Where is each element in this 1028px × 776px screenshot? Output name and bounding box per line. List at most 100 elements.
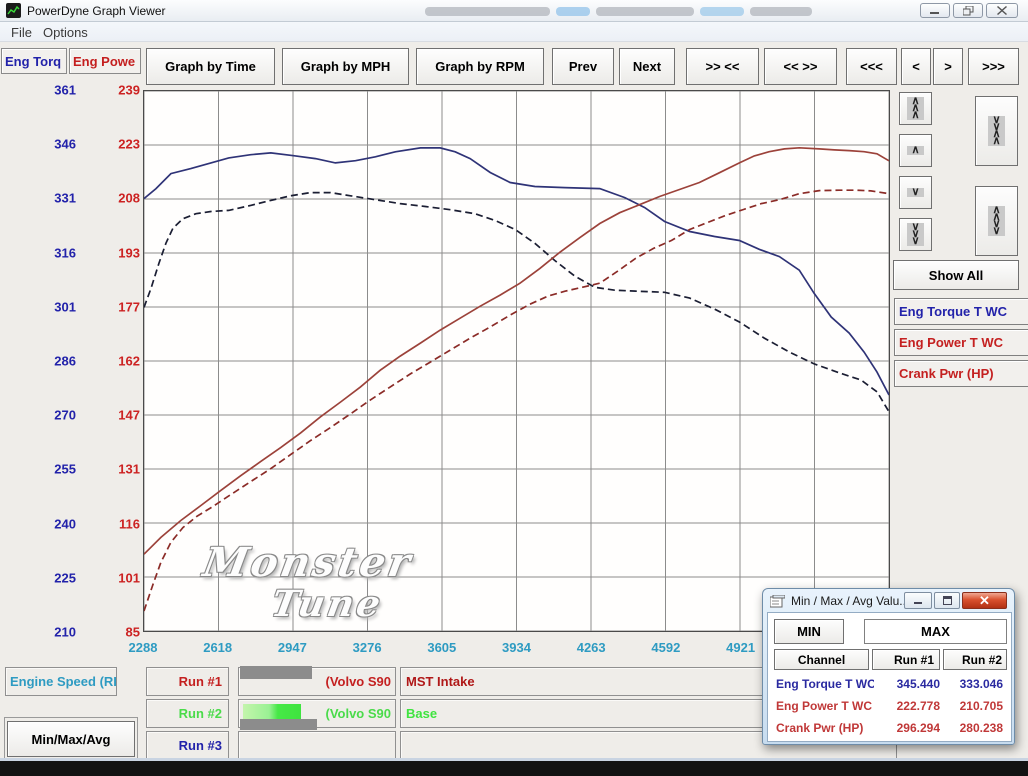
popup-window-icon bbox=[770, 595, 785, 613]
axis-tick-label: 4263 bbox=[577, 640, 606, 655]
run1-label[interactable]: Run #1 bbox=[146, 667, 229, 696]
minmax-table-row: Crank Pwr (HP)296.294280.238 bbox=[770, 717, 1011, 739]
axis-tick-label: 85 bbox=[92, 625, 140, 640]
max-button[interactable]: MAX bbox=[864, 619, 1007, 644]
minimize-button[interactable] bbox=[920, 3, 950, 18]
column-header-run2[interactable]: Run #2 bbox=[943, 649, 1007, 670]
plot-area[interactable]: Monster Tune bbox=[143, 90, 890, 632]
x-channel-field[interactable]: Engine Speed (RI bbox=[5, 667, 117, 696]
next-button[interactable]: Next bbox=[619, 48, 675, 85]
run1-max-value: 345.440 bbox=[874, 677, 940, 691]
scroll-left-button[interactable]: < bbox=[901, 48, 931, 85]
run2-max-value: 280.238 bbox=[940, 721, 1003, 735]
minimize-icon bbox=[930, 6, 940, 15]
axis-tick-label: 2618 bbox=[203, 640, 232, 655]
app-icon bbox=[6, 3, 21, 18]
minmax-table-row: Eng Torque T WC345.440333.046 bbox=[770, 673, 1011, 695]
close-icon: ✕ bbox=[979, 593, 990, 609]
graph-by-time-button[interactable]: Graph by Time bbox=[146, 48, 275, 85]
restore-button[interactable] bbox=[953, 3, 983, 18]
run2-vehicle-text: (Volvo S90 bbox=[325, 706, 391, 721]
menu-bar: File Options bbox=[0, 22, 1028, 42]
axis-tick-label: 193 bbox=[92, 245, 140, 260]
redacted-title-text bbox=[425, 7, 550, 16]
channel-name: Crank Pwr (HP) bbox=[770, 721, 874, 735]
prev-button[interactable]: Prev bbox=[552, 48, 614, 85]
axis-tick-label: 316 bbox=[28, 245, 76, 260]
channel-name: Eng Power T WC bbox=[770, 699, 874, 713]
popup-title: Min / Max / Avg Valu... bbox=[791, 594, 909, 608]
run2-label[interactable]: Run #2 bbox=[146, 699, 229, 728]
axis-tick-label: 286 bbox=[28, 354, 76, 369]
axis-tick-label: 239 bbox=[92, 83, 140, 98]
run2-max-value: 210.705 bbox=[940, 699, 1003, 713]
power-axis-labels: 23922320819317716214713111610185 bbox=[92, 90, 140, 632]
scroll-y-top-button[interactable]: ∧∧∧ bbox=[899, 92, 932, 125]
axis-tick-label: 4921 bbox=[726, 640, 755, 655]
axis-tick-label: 3605 bbox=[427, 640, 456, 655]
collapse-y-scale-button[interactable]: ∨∨∧∧ bbox=[975, 96, 1018, 166]
scroll-right-button[interactable]: > bbox=[933, 48, 963, 85]
popup-body: MIN MAX Channel Run #1 Run #2 Eng Torque… bbox=[767, 612, 1012, 742]
run3-vehicle-field[interactable] bbox=[238, 731, 396, 760]
axis-tab-torque[interactable]: Eng Torq bbox=[1, 48, 67, 74]
axis-tick-label: 116 bbox=[92, 516, 140, 531]
legend-eng-power[interactable]: Eng Power T WC bbox=[894, 329, 1028, 356]
redacted-block bbox=[240, 719, 317, 730]
expand-y-scale-button[interactable]: ∧∧∨∨ bbox=[975, 186, 1018, 256]
graph-by-mph-button[interactable]: Graph by MPH bbox=[282, 48, 409, 85]
show-all-button[interactable]: Show All bbox=[893, 260, 1019, 290]
popup-maximize-button[interactable] bbox=[934, 592, 960, 609]
minmax-popup-window[interactable]: Min / Max / Avg Valu... ✕ MIN MAX Channe… bbox=[762, 588, 1015, 745]
run3-label[interactable]: Run #3 bbox=[146, 731, 229, 760]
graph-by-rpm-button[interactable]: Graph by RPM bbox=[416, 48, 544, 85]
axis-tick-label: 3276 bbox=[353, 640, 382, 655]
menu-file[interactable]: File bbox=[6, 24, 37, 41]
run2-max-value: 333.046 bbox=[940, 677, 1003, 691]
axis-tick-label: 3934 bbox=[502, 640, 531, 655]
column-header-run1[interactable]: Run #1 bbox=[872, 649, 940, 670]
min-button[interactable]: MIN bbox=[774, 619, 844, 644]
axis-tab-power[interactable]: Eng Powe bbox=[69, 48, 141, 74]
torque-axis-labels: 361346331316301286270255240225210 bbox=[28, 90, 76, 632]
collapse-vertical-icon: ∨∨∧∧ bbox=[988, 116, 1004, 146]
axis-tick-label: 255 bbox=[28, 462, 76, 477]
popup-minimize-button[interactable] bbox=[904, 592, 932, 609]
axis-tick-label: 346 bbox=[28, 137, 76, 152]
scroll-last-button[interactable]: >>> bbox=[968, 48, 1019, 85]
axis-tick-label: 270 bbox=[28, 408, 76, 423]
chevron-up-icon: ∧ bbox=[907, 146, 923, 155]
close-icon bbox=[997, 6, 1007, 15]
minimize-icon bbox=[914, 597, 922, 605]
axis-tick-label: 4592 bbox=[651, 640, 680, 655]
zoom-out-x-button[interactable]: << >> bbox=[764, 48, 837, 85]
axis-tick-label: 223 bbox=[92, 137, 140, 152]
redacted-title-text bbox=[750, 7, 812, 16]
zoom-in-x-button[interactable]: >> << bbox=[686, 48, 759, 85]
popup-close-button[interactable]: ✕ bbox=[962, 592, 1007, 609]
redacted-title-text bbox=[700, 7, 744, 16]
column-header-channel[interactable]: Channel bbox=[774, 649, 869, 670]
scroll-y-bottom-button[interactable]: ∨∨∨ bbox=[899, 218, 932, 251]
legend-eng-torque[interactable]: Eng Torque T WC bbox=[894, 298, 1028, 325]
legend-crank-pwr[interactable]: Crank Pwr (HP) bbox=[894, 360, 1028, 387]
triple-chevron-down-icon: ∨∨∨ bbox=[907, 223, 923, 246]
scroll-y-up-button[interactable]: ∧ bbox=[899, 134, 932, 167]
close-button[interactable] bbox=[986, 3, 1018, 18]
channel-name: Eng Torque T WC bbox=[770, 677, 874, 691]
axis-tick-label: 225 bbox=[28, 570, 76, 585]
axis-tick-label: 162 bbox=[92, 354, 140, 369]
scroll-y-down-button[interactable]: ∨ bbox=[899, 176, 932, 209]
menu-options[interactable]: Options bbox=[38, 24, 93, 41]
axis-tick-label: 2288 bbox=[129, 640, 158, 655]
title-bar[interactable]: PowerDyne Graph Viewer bbox=[0, 0, 1028, 22]
scroll-first-button[interactable]: <<< bbox=[846, 48, 897, 85]
axis-tick-label: 177 bbox=[92, 299, 140, 314]
run1-max-value: 222.778 bbox=[874, 699, 940, 713]
axis-tick-label: 131 bbox=[92, 462, 140, 477]
axis-tick-label: 361 bbox=[28, 83, 76, 98]
redacted-title-text bbox=[596, 7, 694, 16]
axis-tick-label: 208 bbox=[92, 191, 140, 206]
minmax-avg-button[interactable]: Min/Max/Avg bbox=[7, 721, 135, 757]
maximize-icon bbox=[943, 596, 952, 605]
